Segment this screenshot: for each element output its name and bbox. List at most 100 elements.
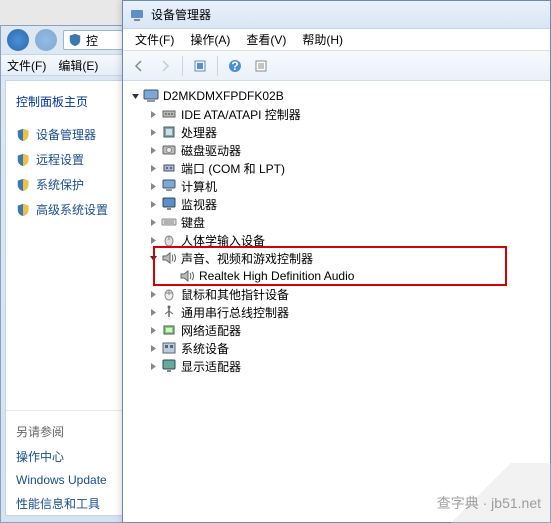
tree-item-label: 磁盘驱动器 (181, 142, 241, 159)
tree-category[interactable]: 鼠标和其他指针设备 (127, 285, 546, 303)
svg-text:?: ? (231, 59, 238, 73)
tree-category[interactable]: 监视器 (127, 195, 546, 213)
menu-help[interactable]: 帮助(H) (296, 29, 349, 50)
tree-item-label: 声音、视频和游戏控制器 (181, 250, 313, 267)
hid-icon (161, 232, 177, 248)
sidebar-item[interactable]: 高级系统设置 (6, 197, 124, 222)
cpu-icon (161, 124, 177, 140)
tree-expander[interactable] (147, 198, 159, 210)
window-title: 设备管理器 (151, 6, 211, 23)
network-icon (161, 322, 177, 338)
see-also-link[interactable]: Windows Update (6, 469, 124, 491)
forward-button[interactable] (35, 29, 57, 51)
tree-item-label: IDE ATA/ATAPI 控制器 (181, 106, 301, 123)
tree-category[interactable]: 人体学输入设备 (127, 231, 546, 249)
tree-item-label: D2MKDMXFPDFK02B (163, 89, 284, 103)
tree-root[interactable]: D2MKDMXFPDFK02B (127, 87, 546, 105)
tree-item-label: 系统设备 (181, 340, 229, 357)
sidebar-item-label: 远程设置 (36, 151, 84, 168)
device-tree[interactable]: D2MKDMXFPDFK02B IDE ATA/ATAPI 控制器处理器磁盘驱动器… (123, 81, 550, 522)
system-icon (161, 340, 177, 356)
tree-item-label: 端口 (COM 和 LPT) (181, 160, 285, 177)
tree-category[interactable]: 显示适配器 (127, 357, 546, 375)
sidebar-item-label: 系统保护 (36, 176, 84, 193)
toolbar-properties-button[interactable] (249, 54, 273, 78)
tree-category[interactable]: 网络适配器 (127, 321, 546, 339)
tree-category[interactable]: 系统设备 (127, 339, 546, 357)
tree-category[interactable]: 通用串行总线控制器 (127, 303, 546, 321)
tree-expander[interactable] (165, 270, 177, 282)
computer-icon (161, 178, 177, 194)
shield-icon (16, 128, 30, 142)
toolbar-forward-button[interactable] (153, 54, 177, 78)
tree-expander[interactable] (147, 180, 159, 192)
sidebar-item[interactable]: 系统保护 (6, 172, 124, 197)
tree-category[interactable]: IDE ATA/ATAPI 控制器 (127, 105, 546, 123)
tree-category[interactable]: 声音、视频和游戏控制器 (127, 249, 546, 267)
tree-category[interactable]: 处理器 (127, 123, 546, 141)
tree-item-label: 显示适配器 (181, 358, 241, 375)
bg-menu-edit[interactable]: 编辑(E) (58, 57, 98, 74)
bg-menu-file[interactable]: 文件(F) (7, 57, 46, 74)
back-button[interactable] (7, 29, 29, 51)
sidebar-item[interactable]: 设备管理器 (6, 122, 124, 147)
toolbar-separator (182, 56, 183, 76)
keyboard-icon (161, 214, 177, 230)
control-panel-window: 控 文件(F) 编辑(E) 控制面板主页 设备管理器远程设置系统保护高级系统设置… (0, 25, 130, 523)
see-also-link[interactable]: 操作中心 (6, 444, 124, 469)
menu-file[interactable]: 文件(F) (129, 29, 180, 50)
toolbar-show-hidden-button[interactable] (188, 54, 212, 78)
tree-device[interactable]: Realtek High Definition Audio (127, 267, 546, 285)
sidebar-item-label: 设备管理器 (36, 126, 96, 143)
device-manager-window: 设备管理器 文件(F) 操作(A) 查看(V) 帮助(H) ? D2MKDMXF… (122, 0, 551, 523)
tree-expander[interactable] (147, 288, 159, 300)
tree-expander[interactable] (147, 162, 159, 174)
disk-icon (161, 142, 177, 158)
tree-expander[interactable] (147, 306, 159, 318)
tree-expander[interactable] (147, 108, 159, 120)
tree-item-label: 通用串行总线控制器 (181, 304, 289, 321)
display-icon (161, 358, 177, 374)
tree-item-label: 鼠标和其他指针设备 (181, 286, 289, 303)
menu-view[interactable]: 查看(V) (240, 29, 292, 50)
toolbar-back-button[interactable] (127, 54, 151, 78)
tree-expander[interactable] (147, 342, 159, 354)
tree-item-label: 网络适配器 (181, 322, 241, 339)
see-also-link[interactable]: 性能信息和工具 (6, 491, 124, 516)
tree-expander[interactable] (147, 324, 159, 336)
see-also-header: 另请参阅 (6, 419, 124, 444)
sidebar-item[interactable]: 远程设置 (6, 147, 124, 172)
menu-action[interactable]: 操作(A) (184, 29, 236, 50)
port-icon (161, 160, 177, 176)
shield-icon (16, 153, 30, 167)
toolbar: ? (123, 51, 550, 81)
bg-sidebar: 控制面板主页 设备管理器远程设置系统保护高级系统设置 另请参阅 操作中心Wind… (5, 80, 125, 516)
app-icon (129, 7, 145, 23)
address-bar[interactable]: 控 (63, 30, 123, 50)
tree-expander[interactable] (147, 126, 159, 138)
ide-icon (161, 106, 177, 122)
tree-expander[interactable] (147, 360, 159, 372)
tree-category[interactable]: 键盘 (127, 213, 546, 231)
tree-expander[interactable] (147, 234, 159, 246)
tree-expander[interactable] (147, 252, 159, 264)
tree-item-label: 监视器 (181, 196, 217, 213)
tree-category[interactable]: 磁盘驱动器 (127, 141, 546, 159)
usb-icon (161, 304, 177, 320)
bg-menubar: 文件(F) 编辑(E) (1, 54, 129, 76)
sound-icon (161, 250, 177, 266)
tree-item-label: 键盘 (181, 214, 205, 231)
tree-expander[interactable] (147, 144, 159, 156)
tree-item-label: Realtek High Definition Audio (199, 269, 354, 283)
tree-expander[interactable] (147, 216, 159, 228)
toolbar-separator (217, 56, 218, 76)
mouse-icon (161, 286, 177, 302)
toolbar-help-button[interactable]: ? (223, 54, 247, 78)
bg-titlebar: 控 (1, 26, 129, 54)
tree-expander[interactable] (129, 90, 141, 102)
computer-root-icon (143, 88, 159, 104)
sidebar-item-label: 高级系统设置 (36, 201, 108, 218)
tree-category[interactable]: 计算机 (127, 177, 546, 195)
sidebar-header[interactable]: 控制面板主页 (6, 89, 124, 114)
tree-category[interactable]: 端口 (COM 和 LPT) (127, 159, 546, 177)
